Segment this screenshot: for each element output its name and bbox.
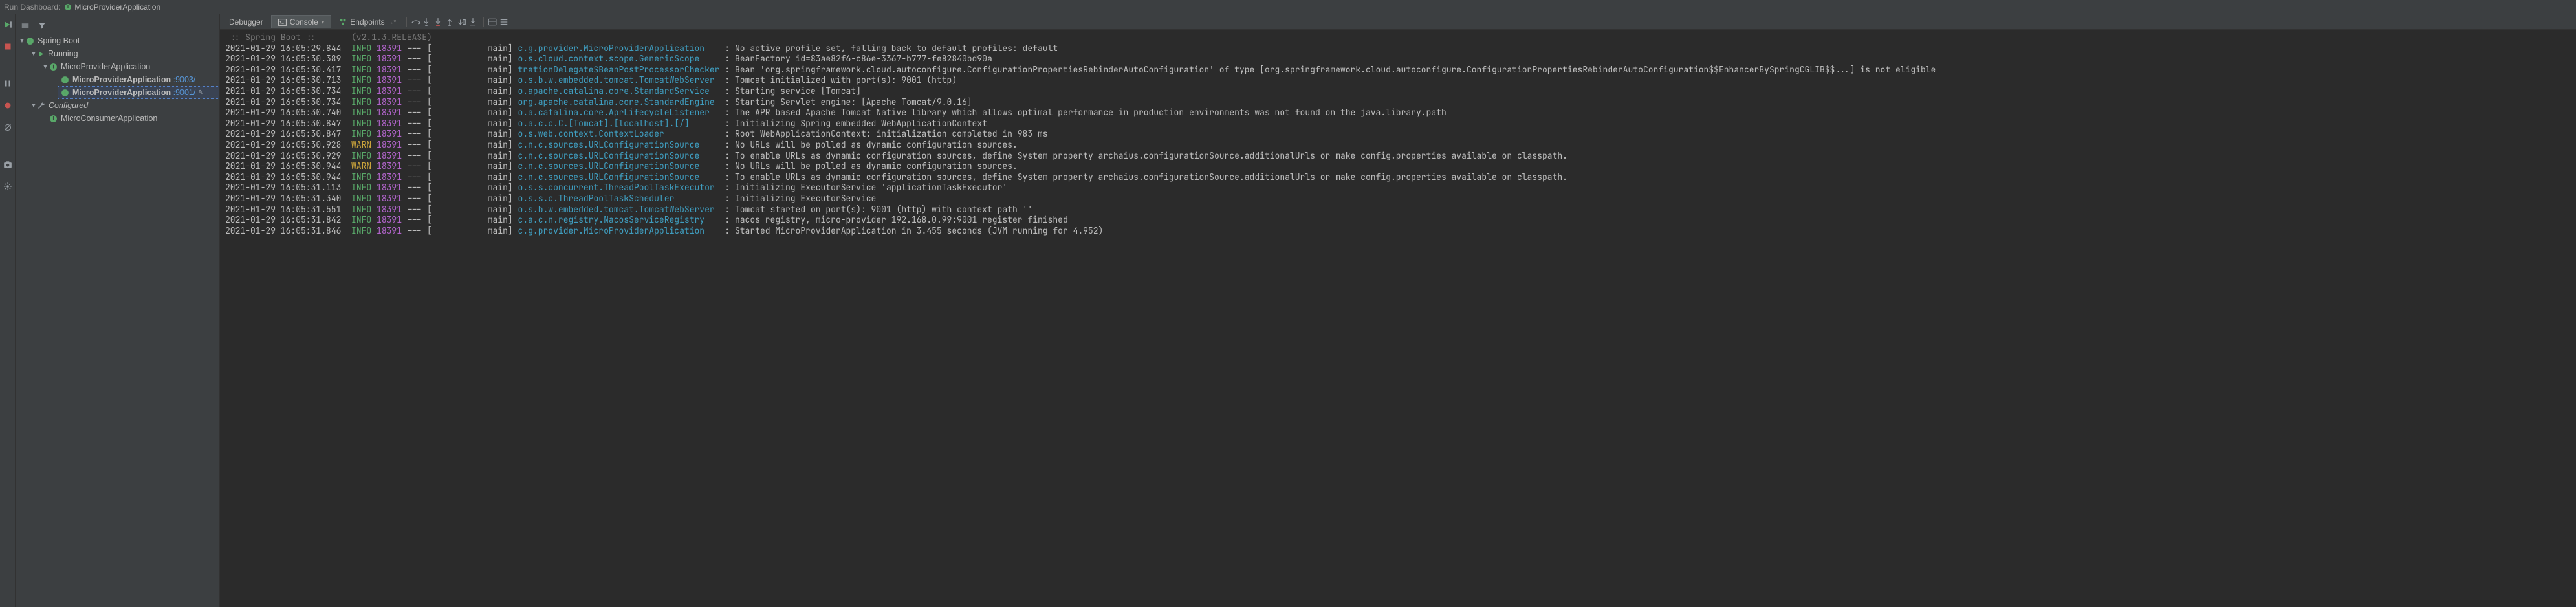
endpoints-icon — [339, 18, 347, 26]
tab-label: Endpoints — [350, 17, 384, 27]
tree-toolbar — [16, 18, 219, 34]
chevron-down-icon: ▼ — [18, 38, 26, 45]
step-into-icon[interactable] — [422, 17, 433, 27]
run-dashboard-label: Run Dashboard: — [4, 3, 60, 12]
spring-boot-icon — [49, 115, 58, 123]
gutter-toolbar — [0, 14, 16, 607]
evaluate-icon[interactable] — [488, 18, 498, 26]
log-line: 2021-01-29 16:05:29.844 INFO 18391 --- [… — [225, 43, 2571, 54]
log-line: 2021-01-29 16:05:30.847 INFO 18391 --- [… — [225, 118, 2571, 129]
log-line: 2021-01-29 16:05:30.389 INFO 18391 --- [… — [225, 54, 2571, 65]
log-line: 2021-01-29 16:05:30.713 INFO 18391 --- [… — [225, 75, 2571, 86]
force-step-into-icon[interactable] — [434, 17, 444, 27]
log-line: 2021-01-29 16:05:30.928 WARN 18391 --- [… — [225, 140, 2571, 151]
chevron-down-icon: ▾ — [322, 19, 325, 26]
tab-debugger[interactable]: Debugger — [223, 16, 270, 28]
run-dashboard-tree: ▼ Spring Boot ▼ Running — [16, 14, 220, 607]
tree-label: MicroProviderApplication — [72, 75, 171, 84]
console-panel: Debugger Console ▾ Endpoints →* :: — [220, 14, 2576, 607]
tree-label: MicroProviderApplication — [72, 88, 171, 97]
port-link[interactable]: :9001/ — [173, 88, 196, 97]
trace-icon[interactable] — [499, 18, 510, 26]
tree-group-configured[interactable]: ▼ Configured — [27, 99, 219, 112]
spring-boot-icon — [64, 3, 72, 11]
tree-run-config[interactable]: MicroProviderApplication :9003/ — [58, 73, 219, 86]
log-line: 2021-01-29 16:05:30.929 INFO 18391 --- [… — [225, 151, 2571, 162]
tree-label: MicroConsumerApplication — [61, 114, 157, 123]
breakpoint-icon[interactable] — [3, 100, 13, 111]
log-line: 2021-01-29 16:05:31.340 INFO 18391 --- [… — [225, 193, 2571, 204]
chevron-down-icon: ▼ — [41, 63, 49, 71]
wrench-icon — [38, 102, 45, 109]
pause-icon[interactable] — [3, 78, 13, 89]
spring-boot-icon — [61, 89, 69, 97]
console-output[interactable]: :: Spring Boot :: (v2.1.3.RELEASE)2021-0… — [220, 30, 2576, 607]
settings-icon[interactable] — [3, 181, 13, 192]
breadcrumb: Run Dashboard: MicroProviderApplication — [0, 0, 2576, 14]
chevron-down-icon: ▼ — [30, 50, 38, 58]
step-over-icon[interactable] — [411, 18, 421, 26]
filter-icon[interactable] — [36, 20, 48, 32]
tree-label: Running — [48, 49, 78, 58]
log-line: 2021-01-29 16:05:30.734 INFO 18391 --- [… — [225, 86, 2571, 97]
log-line: 2021-01-29 16:05:30.740 INFO 18391 --- [… — [225, 107, 2571, 118]
tab-label: Debugger — [229, 17, 263, 27]
log-line: 2021-01-29 16:05:31.842 INFO 18391 --- [… — [225, 215, 2571, 226]
chevron-down-icon: ▼ — [30, 102, 38, 109]
port-link[interactable]: :9003/ — [173, 75, 196, 84]
tree-root-spring-boot[interactable]: ▼ Spring Boot — [16, 34, 219, 47]
spring-boot-icon — [49, 63, 58, 71]
tab-endpoints[interactable]: Endpoints →* — [333, 16, 402, 28]
log-line: 2021-01-29 16:05:30.944 INFO 18391 --- [… — [225, 172, 2571, 183]
play-icon — [38, 50, 45, 58]
log-line: 2021-01-29 16:05:31.551 INFO 18391 --- [… — [225, 204, 2571, 215]
stop-icon[interactable] — [3, 41, 13, 52]
drop-frame-icon[interactable] — [457, 18, 468, 26]
spring-boot-icon — [61, 76, 69, 84]
tree-run-config[interactable]: MicroConsumerApplication — [47, 112, 219, 125]
log-line: 2021-01-29 16:05:30.944 WARN 18391 --- [… — [225, 161, 2571, 172]
spring-boot-icon — [26, 37, 34, 45]
camera-icon[interactable] — [3, 159, 13, 170]
step-out-icon[interactable] — [446, 17, 456, 27]
chevron-right-icon: →* — [388, 19, 397, 25]
tree-group-running[interactable]: ▼ Running — [27, 47, 219, 60]
collapse-all-icon[interactable] — [19, 20, 31, 32]
tree-label: Configured — [49, 101, 88, 110]
rerun-icon[interactable] — [3, 19, 13, 30]
log-line: 2021-01-29 16:05:30.734 INFO 18391 --- [… — [225, 97, 2571, 108]
log-line: 2021-01-29 16:05:30.847 INFO 18391 --- [… — [225, 129, 2571, 140]
console-icon — [278, 19, 287, 26]
pencil-icon: ✎ — [198, 89, 203, 96]
log-line: 2021-01-29 16:05:31.113 INFO 18391 --- [… — [225, 182, 2571, 193]
run-to-cursor-icon[interactable] — [469, 17, 479, 27]
tab-console[interactable]: Console ▾ — [271, 15, 332, 28]
tree-label: Spring Boot — [38, 36, 80, 45]
tree-label: MicroProviderApplication — [61, 62, 150, 71]
tree-run-config[interactable]: MicroProviderApplication :9001/✎ — [58, 86, 219, 99]
tab-label: Console — [290, 17, 318, 27]
tree-app-parent[interactable]: ▼ MicroProviderApplication — [39, 60, 219, 73]
mute-breakpoints-icon[interactable] — [3, 122, 13, 133]
log-line: 2021-01-29 16:05:31.846 INFO 18391 --- [… — [225, 226, 2571, 237]
log-line: 2021-01-29 16:05:30.417 INFO 18391 --- [… — [225, 65, 2571, 76]
console-toolbar: Debugger Console ▾ Endpoints →* — [220, 14, 2576, 30]
breadcrumb-current: MicroProviderApplication — [74, 3, 160, 12]
